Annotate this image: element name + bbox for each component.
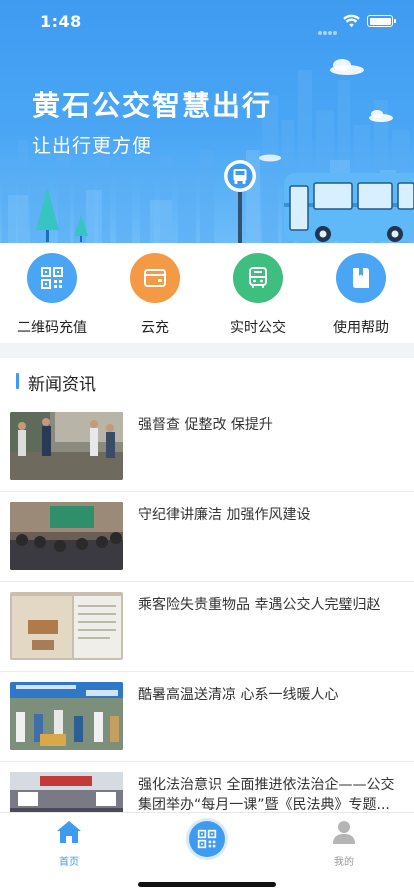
home-indicator bbox=[138, 882, 276, 887]
banner-title: 黄石公交智慧出行 bbox=[32, 89, 273, 122]
quick-action-cloud-recharge[interactable]: 云充 bbox=[110, 253, 200, 337]
news-thumbnail bbox=[10, 592, 123, 660]
section-accent-bar bbox=[16, 373, 19, 389]
user-icon bbox=[333, 821, 355, 844]
tab-home[interactable]: 首页 bbox=[29, 819, 109, 868]
news-item[interactable]: 乘客险失贵重物品 幸遇公交人完璧归赵 bbox=[0, 582, 414, 672]
quick-action-label: 实时公交 bbox=[230, 320, 286, 336]
tab-home-label: 首页 bbox=[59, 857, 79, 868]
news-section-header: 新闻资讯 bbox=[0, 358, 414, 402]
quick-action-label: 使用帮助 bbox=[333, 320, 389, 336]
news-title: 强化法治意识 全面推进依法治企——公交集团举办“每月一课”暨《民法典》专题... bbox=[138, 777, 395, 813]
banner-subtitle: 让出行更方便 bbox=[32, 135, 153, 157]
book-icon bbox=[336, 253, 386, 303]
news-thumbnail bbox=[10, 412, 123, 480]
quick-action-label: 云充 bbox=[141, 320, 169, 336]
bus-illustration bbox=[284, 173, 414, 242]
tab-profile-label: 我的 bbox=[334, 857, 354, 868]
news-item[interactable]: 守纪律讲廉洁 加强作风建设 bbox=[0, 492, 414, 582]
news-title: 守纪律讲廉洁 加强作风建设 bbox=[138, 507, 311, 523]
qr-code-icon bbox=[27, 253, 77, 303]
quick-action-label: 二维码充值 bbox=[17, 320, 87, 336]
status-time: 1:48 bbox=[40, 12, 82, 31]
qr-code-icon bbox=[197, 829, 217, 849]
tab-profile[interactable]: 我的 bbox=[304, 819, 384, 868]
bus-icon bbox=[233, 253, 283, 303]
news-title: 强督查 促整改 保提升 bbox=[138, 417, 273, 433]
battery-icon bbox=[367, 15, 396, 27]
news-section-title: 新闻资讯 bbox=[28, 375, 96, 395]
header-banner: 1:48 黄石公交智慧出行 让出行更方便 bbox=[0, 0, 414, 243]
wifi-icon bbox=[343, 14, 360, 28]
quick-action-qr-recharge[interactable]: 二维码充值 bbox=[7, 253, 97, 337]
tab-scan-qr[interactable] bbox=[189, 821, 225, 857]
status-bar: 1:48 bbox=[0, 0, 414, 44]
home-icon bbox=[57, 821, 81, 843]
news-list: 强督查 促整改 保提升 守纪律讲廉洁 加强作风建设 乘客险失贵重物品 幸遇公交人… bbox=[0, 402, 414, 852]
quick-action-help[interactable]: 使用帮助 bbox=[316, 253, 406, 337]
signal-dots-icon bbox=[318, 20, 340, 35]
quick-action-realtime-bus[interactable]: 实时公交 bbox=[213, 253, 303, 337]
news-item[interactable]: 酷暑高温送清凉 心系一线暖人心 bbox=[0, 672, 414, 762]
news-thumbnail bbox=[10, 682, 123, 750]
quick-actions: 二维码充值 云充 实时公交 使用帮助 bbox=[0, 243, 414, 343]
section-divider bbox=[0, 343, 414, 358]
news-title: 乘客险失贵重物品 幸遇公交人完璧归赵 bbox=[138, 597, 381, 613]
news-item[interactable]: 强督查 促整改 保提升 bbox=[0, 402, 414, 492]
news-title: 酷暑高温送清凉 心系一线暖人心 bbox=[138, 687, 339, 703]
wallet-icon bbox=[130, 253, 180, 303]
news-thumbnail bbox=[10, 502, 123, 570]
